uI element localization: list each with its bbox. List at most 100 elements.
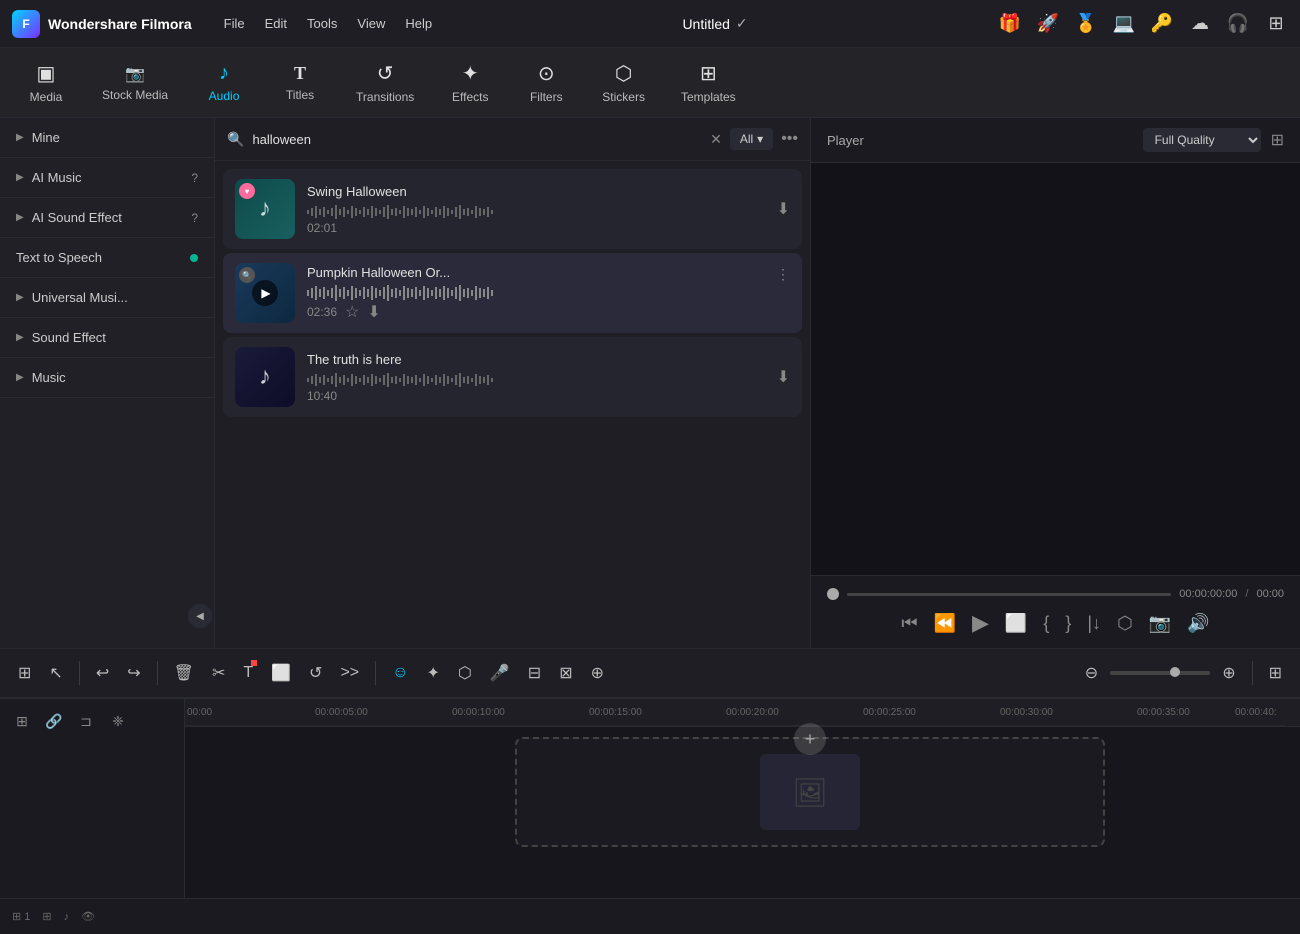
crop-btn[interactable]: ⬜ (265, 657, 297, 689)
audio-duration-truth: 10:40 (307, 389, 765, 403)
export-preview-btn[interactable]: ⬡ (1117, 613, 1133, 634)
link-btn[interactable]: 🔗 (40, 707, 68, 735)
filters-icon: ⊙ (538, 61, 555, 86)
pointer-btn[interactable]: ↖ (43, 657, 68, 689)
audio-actions-truth: ⬇ (777, 367, 790, 387)
select-all-btn[interactable]: ⊞ (12, 657, 37, 689)
mic-btn[interactable]: 🎤 (484, 657, 516, 689)
section-ai-sound-effect-header[interactable]: ▶ AI Sound Effect ? (0, 198, 214, 237)
menu-bar: File Edit Tools View Help (224, 16, 432, 31)
progress-track[interactable] (847, 593, 1171, 596)
cloud-download-icon[interactable]: ☁ (1188, 12, 1212, 36)
zoom-in-btn[interactable]: ⊕ (1216, 657, 1241, 689)
tab-filters[interactable]: ⊙ Filters (510, 53, 582, 112)
collapse-arrow-icon: ◀ (196, 611, 204, 622)
clear-search-icon[interactable]: ✕ (710, 131, 722, 148)
cut-btn[interactable]: ✂ (206, 657, 231, 689)
menu-tools[interactable]: Tools (307, 16, 337, 31)
timeline-drop-zone[interactable]: + 🖼 (515, 737, 1105, 847)
section-sound-effect-header[interactable]: ▶ Sound Effect (0, 318, 214, 357)
app-logo: F Wondershare Filmora (12, 10, 192, 38)
menu-edit[interactable]: Edit (265, 16, 287, 31)
frame-forward-btn[interactable]: ⬜ (1005, 613, 1027, 634)
ripple-btn[interactable]: ⊠ (553, 657, 578, 689)
tab-stock-media[interactable]: 📷 Stock Media (86, 56, 184, 110)
search-input[interactable] (252, 132, 702, 147)
tab-transitions-label: Transitions (356, 90, 414, 104)
collapse-panel-btn[interactable]: ◀ (188, 604, 212, 628)
tab-stickers[interactable]: ⬡ Stickers (586, 53, 661, 112)
motion-btn[interactable]: ↺ (303, 657, 328, 689)
section-music-header[interactable]: ▶ Music (0, 358, 214, 397)
particle-btn[interactable]: ✦ (420, 657, 445, 689)
section-tts-header[interactable]: Text to Speech (0, 238, 214, 277)
add-track-btn[interactable]: ⊞ (8, 707, 36, 735)
section-mine-header[interactable]: ▶ Mine (0, 118, 214, 157)
face-effect-btn[interactable]: ☺ (386, 658, 414, 688)
more-btn-pumpkin[interactable]: ⋮ (776, 266, 790, 283)
layout-grid-icon[interactable]: ⊞ (1264, 12, 1288, 36)
audio-item-truth[interactable]: ♪ The truth is here 10:40 ⬇ (223, 337, 802, 417)
delete-btn[interactable]: 🗑 (168, 657, 200, 689)
undo-btn[interactable]: ↩ (90, 657, 115, 689)
tab-audio[interactable]: ♪ Audio (188, 54, 260, 111)
layout-btn[interactable]: ⊞ (1263, 657, 1288, 689)
rewind-btn[interactable]: ⏪ (934, 613, 956, 634)
download-btn-truth[interactable]: ⬇ (777, 367, 790, 387)
audio-item-swing-halloween[interactable]: ♪ ♥ Swing Halloween 02:01 (223, 169, 802, 249)
menu-help[interactable]: Help (405, 16, 432, 31)
add-media-plus-btn[interactable]: + (794, 723, 826, 755)
player-label: Player (827, 133, 1143, 148)
snapshot-btn[interactable]: 📷 (1149, 613, 1171, 634)
split-btn[interactable]: |↓ (1087, 613, 1101, 634)
audio-item-pumpkin[interactable]: ▶ 🔍 Pumpkin Halloween Or... ⋮ (223, 253, 802, 333)
magnet-btn[interactable]: ⊐ (72, 707, 100, 735)
player-grid-icon[interactable]: ⊞ (1271, 130, 1284, 150)
rocket-icon[interactable]: 🚀 (1036, 12, 1060, 36)
tab-effects[interactable]: ✦ Effects (434, 53, 506, 112)
download-btn-swing[interactable]: ⬇ (777, 199, 790, 219)
headset-icon[interactable]: 🎧 (1226, 12, 1250, 36)
shield-btn[interactable]: ⬡ (452, 657, 478, 689)
play-btn[interactable]: ▶ (972, 610, 989, 636)
bracket-out-btn[interactable]: } (1065, 613, 1071, 634)
section-ai-music-label: AI Music (32, 170, 184, 185)
bracket-in-btn[interactable]: { (1043, 613, 1049, 634)
quality-selector[interactable]: Full Quality Half Quality Quarter Qualit… (1143, 128, 1261, 152)
filter-all-btn[interactable]: All ▾ (730, 128, 773, 150)
menu-file[interactable]: File (224, 16, 245, 31)
audio-status-btn[interactable]: ♪ (64, 911, 70, 923)
tab-media[interactable]: ▣ Media (10, 53, 82, 112)
add-track-status-btn[interactable]: ⊞ (42, 910, 51, 923)
section-ai-music-header[interactable]: ▶ AI Music ? (0, 158, 214, 197)
badge-icon[interactable]: 🏅 (1074, 12, 1098, 36)
volume-btn[interactable]: 🔊 (1187, 613, 1209, 634)
computer-icon[interactable]: 💻 (1112, 12, 1136, 36)
section-sound-effect: ▶ Sound Effect (0, 318, 214, 358)
split-timeline-btn[interactable]: ⊟ (522, 657, 547, 689)
waveform-pumpkin (307, 284, 790, 302)
media-placeholder: 🖼 (760, 754, 860, 830)
tab-transitions[interactable]: ↺ Transitions (340, 53, 430, 112)
ai-music-help-icon: ? (191, 171, 198, 185)
step-back-btn[interactable]: ⏮ (901, 613, 917, 634)
more-tools-btn[interactable]: >> (334, 658, 365, 688)
media-placeholder-icon: 🖼 (792, 776, 828, 809)
gift-icon[interactable]: 🎁 (998, 12, 1022, 36)
visibility-btn[interactable]: 👁 (81, 910, 95, 923)
zoom-out-btn[interactable]: ⊖ (1079, 657, 1104, 689)
text-btn[interactable]: T (237, 658, 259, 688)
zoom-slider[interactable] (1110, 671, 1210, 675)
insert-btn[interactable]: ⊕ (585, 657, 610, 689)
tab-templates[interactable]: ⊞ Templates (665, 53, 752, 112)
tab-titles[interactable]: T Titles (264, 55, 336, 110)
favorite-btn-pumpkin[interactable]: ☆ (345, 302, 359, 322)
menu-view[interactable]: View (357, 16, 385, 31)
more-options-btn[interactable]: ••• (781, 130, 798, 148)
redo-btn[interactable]: ↪ (121, 657, 146, 689)
ripple-edit-btn[interactable]: ❈ (104, 707, 132, 735)
key-icon[interactable]: 🔑 (1150, 12, 1174, 36)
download-btn-pumpkin[interactable]: ⬇ (367, 302, 380, 322)
svg-text:00:00:25:00: 00:00:25:00 (863, 707, 916, 718)
section-universal-header[interactable]: ▶ Universal Musi... (0, 278, 214, 317)
